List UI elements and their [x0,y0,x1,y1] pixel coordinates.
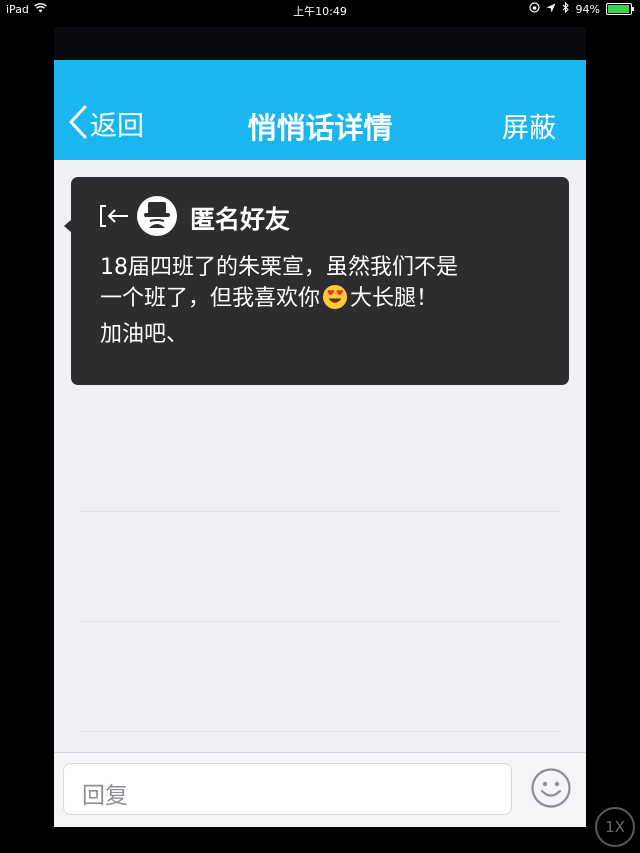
sender-name: 匿名好友 [190,205,291,234]
bubble-tail [64,219,72,233]
anonymous-avatar-icon [136,195,178,241]
reply-input[interactable]: 回复 [63,763,512,815]
reply-placeholder: 回复 [82,783,128,809]
location-icon [546,3,556,16]
divider-line [78,621,560,622]
message-text-span: 大长腿！ [350,286,439,311]
divider-line [78,731,560,732]
smiley-icon [530,768,572,813]
nav-bar: 返回 悄悄话详情 屏蔽 [54,60,586,160]
incoming-arrow-icon [99,203,131,233]
message-area: 匿名好友 18届四班了的朱栗宣，虽然我们不是 一个班了，但我喜欢你 大长腿！ 加油… [54,160,586,780]
message-line: 一个班了，但我喜欢你 大长腿！ [100,283,560,319]
battery-percent: 94% [575,2,600,16]
message-line: 加油吧、 [100,322,189,347]
divider-line [78,511,560,512]
orientation-lock-icon [528,2,540,16]
emoji-button[interactable] [530,767,572,813]
app-window: 返回 悄悄话详情 屏蔽 匿名好友 18届四班了的朱栗宣，虽然我们不是 一个班了，… [54,27,586,827]
message-text: 18届四班了的朱栗宣，虽然我们不是 一个班了，但我喜欢你 大长腿！ 加油吧、 [100,252,560,350]
message-line: 18届四班了的朱栗宣，虽然我们不是 [100,255,458,280]
block-button[interactable]: 屏蔽 [502,106,556,145]
message-text-span: 一个班了，但我喜欢你 [100,286,321,311]
status-bar: iPad 上午10:49 94% [0,0,640,20]
bluetooth-icon [562,1,570,16]
zoom-toggle-button[interactable]: 1X [595,807,635,847]
battery-icon [606,3,634,15]
message-bubble: 匿名好友 18届四班了的朱栗宣，虽然我们不是 一个班了，但我喜欢你 大长腿！ 加油… [64,177,569,385]
input-bar: 回复 [54,752,586,827]
battery-fill [608,5,629,13]
top-strip [54,27,586,60]
battery-tip [632,7,634,11]
message-header: 匿名好友 [99,195,290,241]
heart-eyes-emoji-icon [322,284,348,319]
